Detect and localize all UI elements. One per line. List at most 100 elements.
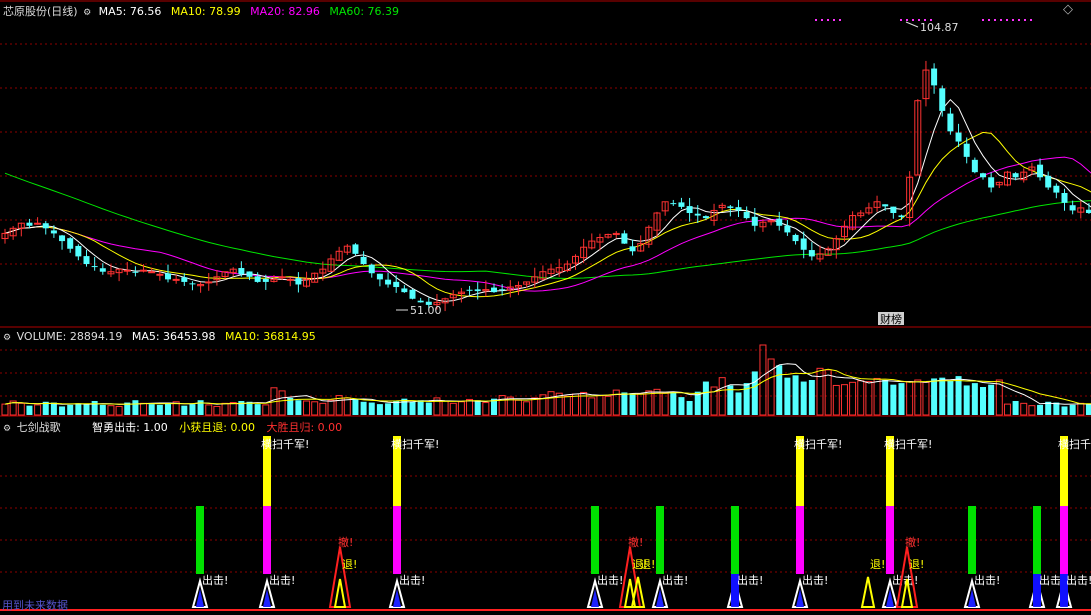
volume-bar <box>596 395 604 416</box>
volume-bar <box>604 395 612 416</box>
volume-bar <box>401 398 408 415</box>
stock-chart-canvas: 出击! 横扫千军! 出击! 撤! 退! 横扫千军! 出击! 出击! 撤! 退! 退! 出击! 出击! 横扫… <box>0 0 1091 611</box>
volume-bar <box>629 393 636 415</box>
volume-bar <box>1020 402 1028 416</box>
candle-body <box>246 271 253 277</box>
sweep-signal-label: 横扫千军! <box>794 437 842 451</box>
marker-dot <box>988 19 990 21</box>
volume-bar <box>751 371 758 415</box>
candle-body <box>963 143 970 157</box>
volume-bar <box>1003 403 1011 416</box>
volume-bar <box>327 399 335 416</box>
candle-body <box>939 88 946 111</box>
volume-bar <box>205 404 213 416</box>
attack-signal-label: 出击! <box>269 573 295 587</box>
volume-bar <box>547 391 555 416</box>
candle-body <box>702 216 709 219</box>
sweep-signal-label: 横扫千军! <box>391 437 439 451</box>
volume-bar <box>1028 405 1036 416</box>
candle-body <box>898 215 905 218</box>
volume-bar <box>83 404 90 415</box>
candle-body <box>254 276 261 282</box>
volume-bar <box>963 385 970 415</box>
volume-bar <box>368 402 375 415</box>
marker-dot <box>1018 19 1020 21</box>
candle-body <box>621 233 628 244</box>
volume-bar <box>1037 404 1044 415</box>
volume-bar <box>980 387 986 415</box>
small-win-label: 小获且退: 0.00 <box>179 421 255 434</box>
volume-bar <box>311 401 319 416</box>
volume-bar <box>50 402 57 415</box>
candle-body <box>295 278 302 285</box>
volume-bar <box>221 402 229 416</box>
grid-lines <box>0 43 1091 573</box>
volume-bar <box>931 378 938 415</box>
attack-signal-label: 出击! <box>597 573 623 587</box>
volume-bar <box>906 381 914 416</box>
panel-frames <box>0 0 1091 611</box>
signal-bar-green <box>1033 506 1041 574</box>
candle-body <box>784 225 791 233</box>
candle-body <box>238 268 245 275</box>
volume-bar <box>67 404 74 415</box>
signal-bar-green <box>968 506 976 574</box>
candle-body <box>286 278 294 281</box>
svg-text:51.00: 51.00 <box>410 304 442 317</box>
marker-dot <box>982 19 984 21</box>
price-panel-header: 芯原股份(日线) ⚙ MA5: 76.56 MA10: 78.99 MA20: … <box>3 3 399 19</box>
volume-bar <box>132 400 139 415</box>
candle-body <box>59 235 66 242</box>
candle-body <box>165 273 171 280</box>
volume-bar <box>637 393 645 416</box>
volume-bars <box>1 344 1091 416</box>
volume-bar <box>295 400 302 415</box>
candle-body <box>988 177 995 188</box>
volume-ma5-label: MA5: 36453.98 <box>131 330 216 343</box>
volume-bar <box>776 365 783 415</box>
volume-bar <box>800 381 807 415</box>
withdraw-triangle <box>328 546 352 608</box>
volume-ma10-label: MA10: 36814.95 <box>225 330 316 343</box>
candle-body <box>474 289 481 292</box>
volume-bar <box>115 405 123 416</box>
volume-bar <box>17 402 25 416</box>
volume-bar <box>385 403 392 415</box>
withdraw-inner-triangle <box>333 578 347 608</box>
panel-settings-icon[interactable]: ⚙ <box>83 8 91 18</box>
volume-bar <box>425 402 432 415</box>
candle-body <box>678 202 685 207</box>
attack-signal-label: 出击! <box>974 573 1000 587</box>
candle-body <box>735 207 742 211</box>
volume-bar <box>882 380 889 415</box>
indicator-settings-icon[interactable]: ⚙ <box>3 424 11 434</box>
volume-bar <box>75 403 82 415</box>
withdraw-signal-label: 撤! <box>905 535 920 549</box>
attack-signal-label: 出击! <box>1066 573 1091 587</box>
low-price-annotation: 51.00 <box>396 304 442 317</box>
attack-signal-label: 出击! <box>662 573 688 587</box>
volume-bar <box>376 404 383 415</box>
volume-bar <box>686 401 693 415</box>
volume-bar <box>213 405 221 416</box>
retreat-signal-label: 退! <box>909 558 924 571</box>
volume-bar <box>1085 404 1091 415</box>
candle-body <box>132 271 139 273</box>
diamond-icon[interactable]: ◇ <box>1063 2 1073 17</box>
candle-body <box>352 244 359 254</box>
marker-dot <box>994 19 996 21</box>
volume-bar <box>409 401 416 415</box>
volume-bar <box>572 393 579 416</box>
volume-bar <box>229 402 237 416</box>
retreat-signal-label: 退! <box>870 558 885 571</box>
marker-dot <box>1012 19 1014 21</box>
candle-body <box>947 113 954 132</box>
candle-body <box>189 283 196 285</box>
candle-body <box>278 276 286 279</box>
volume-bar <box>457 401 465 416</box>
candle-body <box>727 206 734 208</box>
candle-body <box>376 273 383 280</box>
volume-bar <box>262 404 270 416</box>
volume-settings-icon[interactable]: ⚙ <box>3 333 11 343</box>
future-data-note: 用到未来数据 <box>2 599 68 612</box>
